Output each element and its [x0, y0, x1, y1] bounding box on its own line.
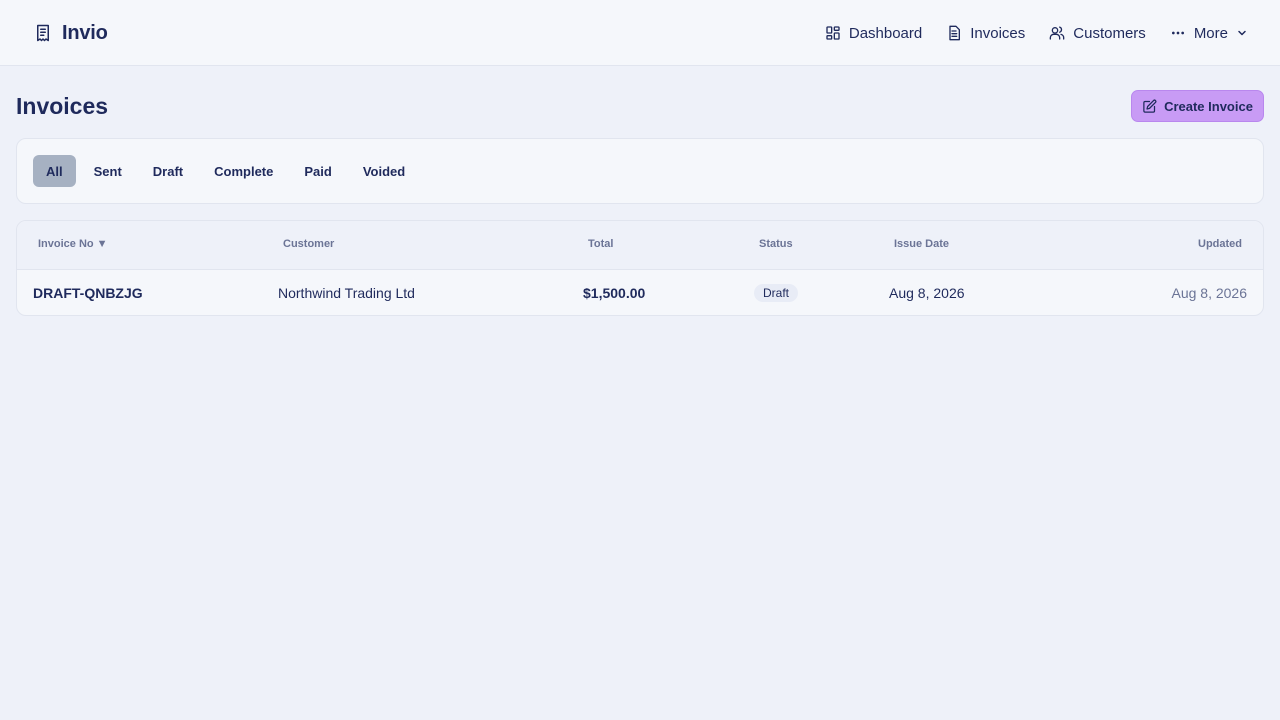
top-navigation-bar: Invio Dashboard Invoices Customers More	[0, 0, 1280, 66]
nav-item-label: Dashboard	[848, 24, 923, 42]
filter-tabs: All Sent Draft Complete Paid Voided	[33, 155, 418, 187]
edit-icon	[1142, 99, 1157, 114]
nav-item-label: More	[1193, 24, 1228, 42]
nav-item-label: Customers	[1073, 24, 1146, 42]
dots-horizontal-icon	[1170, 25, 1186, 41]
column-header-invoice-no[interactable]: Invoice No ▼	[38, 238, 108, 250]
cell-customer: Northwind Trading Ltd	[278, 285, 415, 301]
nav-item-label: Invoices	[970, 24, 1026, 42]
page-title: Invoices	[16, 93, 109, 119]
status-badge: Draft	[754, 284, 799, 302]
filter-tab-draft[interactable]: Draft	[140, 155, 196, 187]
cell-issue-date: Aug 8, 2026	[889, 285, 965, 301]
nav-item-customers[interactable]: Customers	[1049, 25, 1146, 42]
column-header-total[interactable]: Total	[588, 238, 613, 250]
filter-tab-all[interactable]: All	[33, 155, 76, 187]
document-icon	[946, 25, 962, 41]
nav-item-more[interactable]: More	[1170, 25, 1248, 42]
filter-tab-voided[interactable]: Voided	[350, 155, 418, 187]
layout-grid-icon	[825, 25, 841, 41]
filter-tab-paid[interactable]: Paid	[291, 155, 344, 187]
filter-tab-sent[interactable]: Sent	[81, 155, 135, 187]
main-nav: Dashboard Invoices Customers More	[825, 20, 1248, 46]
nav-item-dashboard[interactable]: Dashboard	[825, 25, 922, 42]
cell-invoice-no[interactable]: DRAFT-QNBZJG	[33, 285, 143, 301]
chevron-down-icon	[1236, 27, 1248, 39]
cell-total: $1,500.00	[583, 285, 646, 301]
create-invoice-button[interactable]: Create Invoice	[1131, 90, 1264, 122]
receipt-icon	[34, 24, 52, 42]
filter-tab-complete[interactable]: Complete	[201, 155, 286, 187]
table-row[interactable]: DRAFT-QNBZJG Northwind Trading Ltd $1,50…	[17, 270, 1263, 315]
cell-updated: Aug 8, 2026	[1171, 285, 1247, 301]
app-name: Invio	[62, 21, 108, 44]
column-header-issue-date[interactable]: Issue Date	[894, 238, 949, 250]
column-header-status[interactable]: Status	[759, 238, 793, 250]
invoices-table: Invoice No ▼ Customer Total Status Issue…	[16, 220, 1264, 316]
column-header-updated[interactable]: Updated	[1198, 238, 1242, 250]
status-filter-bar: All Sent Draft Complete Paid Voided	[16, 138, 1264, 204]
nav-item-invoices[interactable]: Invoices	[946, 25, 1025, 42]
column-header-customer[interactable]: Customer	[283, 238, 334, 250]
create-invoice-label: Create Invoice	[1164, 98, 1253, 114]
brand-logo-link[interactable]: Invio	[34, 20, 108, 46]
users-icon	[1049, 25, 1065, 41]
table-header: Invoice No ▼ Customer Total Status Issue…	[17, 221, 1263, 270]
